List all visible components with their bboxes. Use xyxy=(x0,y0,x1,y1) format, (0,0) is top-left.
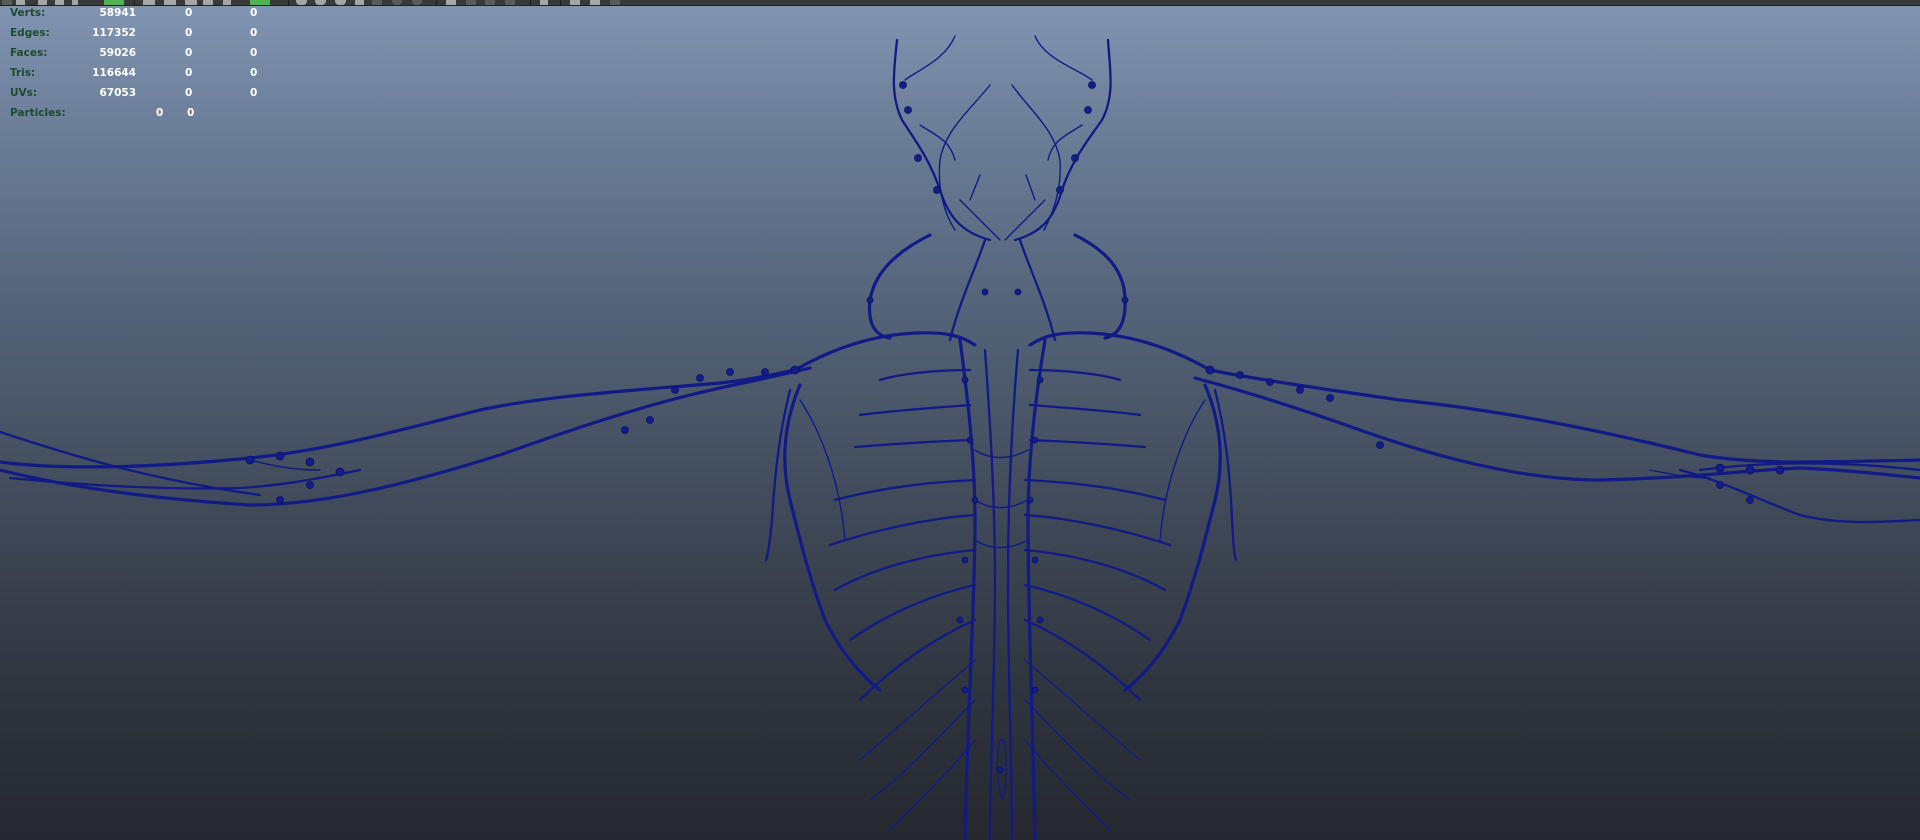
hud-value-component: 0 xyxy=(250,87,258,99)
hud-value-selected: 0 xyxy=(185,7,193,19)
hud-value-scene: 116644 xyxy=(92,67,136,79)
hud-value-component: 0 xyxy=(250,27,258,39)
hud-row-particles: Particles: 0 0 xyxy=(10,107,270,127)
hud-row-tris: Tris: 116644 0 0 xyxy=(10,67,270,87)
hud-label: Tris: xyxy=(10,67,36,79)
hud-value-component: 0 xyxy=(187,107,195,119)
hud-value-selected: 0 xyxy=(185,47,193,59)
hud-value-component: 0 xyxy=(250,47,258,59)
hud-label: Verts: xyxy=(10,7,46,19)
hud-label: UVs: xyxy=(10,87,38,99)
hud-value-selected: 0 xyxy=(185,67,193,79)
hud-value-selected: 0 xyxy=(185,87,193,99)
hud-value-selected: 0 xyxy=(185,27,193,39)
hud-value-scene: 67053 xyxy=(99,87,136,99)
hud-value-selected: 0 xyxy=(156,107,164,119)
lymphatic-system-model[interactable] xyxy=(0,35,1920,840)
hud-row-faces: Faces: 59026 0 0 xyxy=(10,47,270,67)
hud-value-scene: 58941 xyxy=(99,7,136,19)
hud-value-scene: 59026 xyxy=(99,47,136,59)
hud-value-scene: 117352 xyxy=(92,27,136,39)
hud-row-edges: Edges: 117352 0 0 xyxy=(10,27,270,47)
hud-row-uvs: UVs: 67053 0 0 xyxy=(10,87,270,107)
hud-row-verts: Verts: 58941 0 0 xyxy=(10,7,270,27)
hud-value-component: 0 xyxy=(250,67,258,79)
hud-label: Edges: xyxy=(10,27,50,39)
hud-value-component: 0 xyxy=(250,7,258,19)
hud-label: Faces: xyxy=(10,47,48,59)
hud-label: Particles: xyxy=(10,107,66,119)
poly-count-hud: Verts: 58941 0 0 Edges: 117352 0 0 Faces… xyxy=(10,7,270,127)
viewport-canvas[interactable] xyxy=(0,0,1920,840)
